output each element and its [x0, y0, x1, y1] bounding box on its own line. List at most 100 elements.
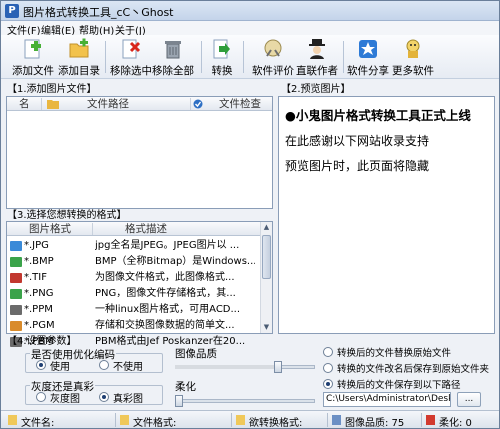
remove-all-label: 移除全部 [152, 65, 194, 77]
replace-original-label: 转换后的文件替换原始文件 [337, 348, 452, 359]
scroll-up-icon[interactable]: ▲ [262, 222, 271, 233]
quality-slider-thumb[interactable] [274, 361, 282, 373]
file-list-header: 名 文件路径 文件检查 [7, 97, 272, 111]
format-row[interactable]: *.BMP BMP（全称Bitmap）是Windows... [8, 254, 260, 270]
format-icon [120, 415, 129, 425]
scrollbar-thumb[interactable] [262, 235, 271, 279]
preview-headline: ●小鬼图片格式转换工具正式上线 [285, 108, 471, 123]
share-star-icon [359, 40, 377, 58]
status-file-name: 文件名: [21, 418, 55, 429]
status-divider [421, 413, 422, 427]
convert-label: 转换 [211, 65, 233, 77]
format-description: 为图像文件格式，此图像格式... [95, 272, 235, 283]
toolbar-divider [243, 41, 244, 73]
quality-icon [332, 415, 341, 425]
format-description: 存储和交换图像数据的简单文... [95, 320, 235, 331]
status-bar: 文件名: 文件格式: 欲转换格式: 图像品质: 75 柔化: 0 [1, 410, 499, 429]
remove-selected-label: 移除选中 [110, 65, 152, 77]
format-name: *.BMP [24, 256, 54, 267]
blur-label: 柔化 [175, 381, 196, 393]
column-divider [92, 223, 93, 235]
toolbar: 添加文件 添加目录 移除选中 移除全部 转换 软件评价 直联作者 软件分享 更多… [1, 35, 499, 79]
column-description[interactable]: 格式描述 [125, 222, 167, 236]
contact-author-button[interactable]: 直联作者 [295, 37, 339, 77]
author-icon [309, 39, 325, 59]
save-to-path-label: 转换后的文件保存到以下路径 [337, 380, 461, 391]
radio-replace-original[interactable] [323, 347, 333, 357]
preview-area: ●小鬼图片格式转换工具正式上线 在此感谢以下网站收录支持 预览图片时，此页面将隐… [278, 96, 495, 334]
share-software-label: 软件分享 [347, 65, 389, 77]
format-row[interactable]: *.PNG PNG，图像文件存储格式，其... [8, 286, 260, 302]
blur-slider-thumb[interactable] [175, 395, 183, 407]
format-description: BMP（全称Bitmap）是Windows... [95, 256, 255, 267]
quality-label: 图像品质 [175, 348, 217, 360]
remove-selected-button[interactable]: 移除选中 [109, 37, 153, 77]
column-format[interactable]: 图片格式 [29, 222, 71, 236]
blur-icon [426, 415, 435, 425]
format-name: *.PPM [24, 304, 53, 315]
format-list-header: 图片格式 格式描述 [7, 222, 272, 236]
status-divider [231, 413, 232, 427]
column-name[interactable]: 名 [19, 97, 30, 111]
column-divider [41, 98, 42, 110]
image-format-icon [10, 273, 22, 283]
status-divider [327, 413, 328, 427]
check-icon [193, 99, 203, 109]
radio-use-optimize[interactable] [36, 360, 46, 370]
column-file-check[interactable]: 文件检查 [219, 97, 261, 111]
format-name: *.TIF [24, 272, 47, 283]
format-description: 一种linux图片格式，可用ACD... [95, 304, 241, 315]
status-file-format: 文件格式: [133, 418, 177, 429]
format-description: PNG，图像文件存储格式，其... [95, 288, 236, 299]
more-software-icon [406, 39, 420, 58]
image-format-icon [10, 241, 22, 251]
format-description: jpg全名是JPEG。JPEG图片以 ... [95, 240, 240, 251]
convert-arrow-icon [213, 39, 230, 59]
remove-all-button[interactable]: 移除全部 [151, 37, 195, 77]
format-list-scrollbar[interactable]: ▲ ▼ [260, 222, 272, 333]
radio-grayscale[interactable] [36, 392, 46, 402]
format-name: *.PGM [24, 320, 55, 331]
radio-grayscale-label: 灰度图 [50, 394, 80, 405]
column-file-path[interactable]: 文件路径 [87, 97, 129, 111]
blur-slider[interactable] [175, 395, 315, 407]
add-directory-button[interactable]: 添加目录 [57, 37, 101, 77]
radio-rename-save[interactable] [323, 363, 333, 373]
format-row[interactable]: *.PPM 一种linux图片格式，可用ACD... [8, 302, 260, 318]
target-format-icon [236, 415, 245, 425]
status-divider [115, 413, 116, 427]
optimize-encoding-group: 是否使用优化编码 使用 不使用 [25, 347, 163, 373]
window-title: 图片格式转换工具_cC丶Ghost [23, 6, 174, 19]
rate-software-label: 软件评价 [252, 65, 294, 77]
format-row[interactable]: *.TIF 为图像文件格式，此图像格式... [8, 270, 260, 286]
radio-truecolor-label: 真彩图 [113, 394, 143, 405]
radio-truecolor[interactable] [99, 392, 109, 402]
app-logo-icon: P [5, 4, 19, 18]
folder-icon [47, 100, 59, 109]
convert-button[interactable]: 转换 [205, 37, 239, 77]
toolbar-divider [343, 41, 344, 73]
radio-no-optimize[interactable] [99, 360, 109, 370]
menu-bar: 文件(F) 编辑(E) 帮助(H) 关于(J) [1, 21, 499, 37]
preview-line-hint: 预览图片时，此页面将隐藏 [285, 159, 430, 173]
blur-slider-track [175, 399, 315, 403]
radio-save-to-path[interactable] [323, 379, 333, 389]
add-file-button[interactable]: 添加文件 [11, 37, 55, 77]
more-software-button[interactable]: 更多软件 [391, 37, 435, 77]
rate-software-button[interactable]: 软件评价 [251, 37, 295, 77]
add-file-label: 添加文件 [12, 65, 54, 77]
format-row[interactable]: *.PGM 存储和交换图像数据的简单文... [8, 318, 260, 334]
quality-slider[interactable] [175, 361, 315, 373]
scroll-down-icon[interactable]: ▼ [262, 322, 271, 333]
radio-use-label: 使用 [50, 362, 70, 373]
rename-save-label: 转换的文件改名后保存到原始文件夹 [337, 364, 490, 375]
column-divider [190, 98, 191, 110]
add-directory-label: 添加目录 [58, 65, 100, 77]
share-software-button[interactable]: 软件分享 [346, 37, 390, 77]
format-list[interactable]: 图片格式 格式描述 *.JPG jpg全名是JPEG。JPEG图片以 ... *.B… [6, 221, 273, 347]
browse-button[interactable]: ... [457, 392, 481, 407]
format-row[interactable]: *.JPG jpg全名是JPEG。JPEG图片以 ... [8, 238, 260, 254]
color-mode-group: 灰度还是真彩 灰度图 真彩图 [25, 379, 163, 405]
file-list[interactable]: 名 文件路径 文件检查 [6, 96, 273, 209]
output-path-field[interactable]: C:\Users\Administrator\Desk [323, 392, 451, 407]
